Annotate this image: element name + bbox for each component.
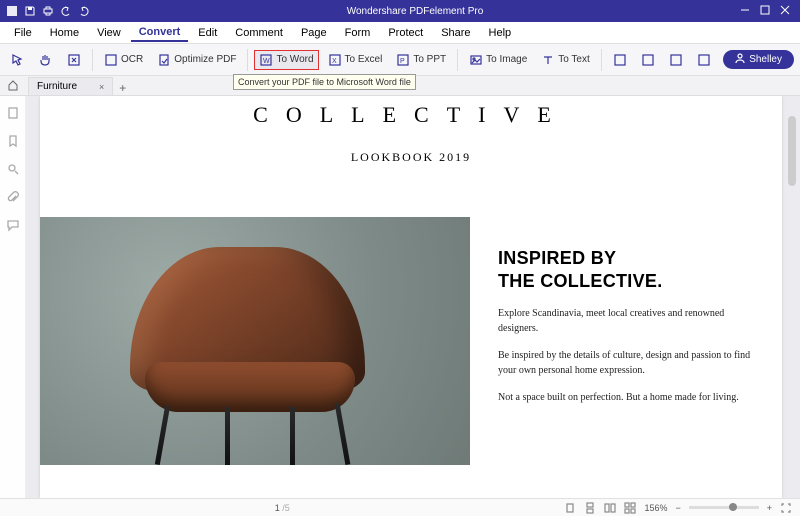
menu-convert[interactable]: Convert bbox=[131, 24, 189, 42]
doc-paragraph: Not a space built on perfection. But a h… bbox=[498, 390, 762, 405]
new-tab-button[interactable]: + bbox=[113, 81, 132, 95]
export-icon bbox=[697, 53, 711, 67]
left-sidebar bbox=[0, 96, 26, 498]
to-word-tooltip: Convert your PDF file to Microsoft Word … bbox=[233, 74, 416, 90]
to-other-3-button[interactable] bbox=[664, 50, 688, 70]
document-viewport[interactable]: COLLECTIVE LOOKBOOK 2019 INSPIRED BYTHE … bbox=[26, 96, 800, 498]
undo-icon[interactable] bbox=[60, 5, 72, 17]
svg-text:P: P bbox=[400, 58, 405, 65]
zoom-tool[interactable] bbox=[62, 50, 86, 70]
to-other-1-button[interactable] bbox=[608, 50, 632, 70]
pdf-page: COLLECTIVE LOOKBOOK 2019 INSPIRED BYTHE … bbox=[40, 96, 782, 498]
export-icon bbox=[641, 53, 655, 67]
save-icon[interactable] bbox=[24, 5, 36, 17]
ocr-button[interactable]: OCR bbox=[99, 50, 148, 70]
fit-icon bbox=[67, 53, 81, 67]
doc-paragraph: Explore Scandinavia, meet local creative… bbox=[498, 306, 762, 336]
close-icon[interactable] bbox=[780, 5, 790, 18]
svg-text:X: X bbox=[332, 58, 337, 65]
to-ppt-button[interactable]: PTo PPT bbox=[391, 50, 451, 70]
menu-help[interactable]: Help bbox=[481, 25, 520, 41]
menu-protect[interactable]: Protect bbox=[380, 25, 431, 41]
doc-paragraph: Be inspired by the details of culture, d… bbox=[498, 348, 762, 378]
fullscreen-icon[interactable] bbox=[780, 502, 792, 514]
view-continuous-icon[interactable] bbox=[584, 502, 596, 514]
zoom-value[interactable]: 156% bbox=[644, 503, 667, 513]
document-tab[interactable]: Furniture × bbox=[28, 77, 113, 95]
menu-view[interactable]: View bbox=[89, 25, 129, 41]
to-other-4-button[interactable] bbox=[692, 50, 716, 70]
export-icon bbox=[669, 53, 683, 67]
menu-bar: File Home View Convert Edit Comment Page… bbox=[0, 22, 800, 44]
thumbnails-icon[interactable] bbox=[6, 106, 20, 120]
hand-icon bbox=[39, 53, 53, 67]
tab-close-icon[interactable]: × bbox=[99, 82, 104, 92]
user-account-button[interactable]: Shelley bbox=[723, 50, 794, 69]
view-facing-icon[interactable] bbox=[604, 502, 616, 514]
search-icon[interactable] bbox=[6, 162, 20, 176]
export-icon bbox=[613, 53, 627, 67]
zoom-in-button[interactable]: + bbox=[767, 503, 772, 513]
title-bar: Wondershare PDFelement Pro bbox=[0, 0, 800, 22]
minimize-icon[interactable] bbox=[740, 5, 750, 18]
zoom-out-button[interactable]: − bbox=[675, 503, 680, 513]
word-icon: W bbox=[259, 53, 273, 67]
menu-share[interactable]: Share bbox=[433, 25, 478, 41]
view-facing-continuous-icon[interactable] bbox=[624, 502, 636, 514]
optimize-button[interactable]: Optimize PDF bbox=[152, 50, 241, 70]
hand-tool[interactable] bbox=[34, 50, 58, 70]
page-indicator[interactable]: 1 /5 bbox=[275, 503, 290, 513]
to-text-button[interactable]: To Text bbox=[536, 50, 595, 70]
home-tab-icon[interactable] bbox=[0, 75, 26, 95]
menu-form[interactable]: Form bbox=[337, 25, 379, 41]
menu-comment[interactable]: Comment bbox=[227, 25, 291, 41]
app-logo-icon bbox=[6, 5, 18, 17]
maximize-icon[interactable] bbox=[760, 5, 770, 18]
to-other-2-button[interactable] bbox=[636, 50, 660, 70]
svg-text:W: W bbox=[263, 58, 270, 65]
comments-icon[interactable] bbox=[6, 218, 20, 232]
excel-icon: X bbox=[328, 53, 342, 67]
to-excel-button[interactable]: XTo Excel bbox=[323, 50, 388, 70]
cursor-icon bbox=[11, 53, 25, 67]
optimize-icon bbox=[157, 53, 171, 67]
menu-home[interactable]: Home bbox=[42, 25, 87, 41]
bookmarks-icon[interactable] bbox=[6, 134, 20, 148]
doc-image bbox=[40, 217, 470, 465]
user-name: Shelley bbox=[749, 54, 782, 65]
zoom-slider[interactable] bbox=[689, 506, 759, 509]
doc-text-column: INSPIRED BYTHE COLLECTIVE. Explore Scand… bbox=[470, 217, 782, 465]
ocr-icon bbox=[104, 53, 118, 67]
to-word-button[interactable]: WTo Word bbox=[254, 50, 318, 70]
view-single-icon[interactable] bbox=[564, 502, 576, 514]
app-title: Wondershare PDFelement Pro bbox=[90, 6, 740, 17]
ribbon-toolbar: OCR Optimize PDF WTo Word XTo Excel PTo … bbox=[0, 44, 800, 76]
menu-edit[interactable]: Edit bbox=[190, 25, 225, 41]
ppt-icon: P bbox=[396, 53, 410, 67]
to-image-button[interactable]: To Image bbox=[464, 50, 532, 70]
vertical-scrollbar[interactable] bbox=[788, 96, 798, 498]
status-bar: 1 /5 156% − + bbox=[0, 498, 800, 516]
redo-icon[interactable] bbox=[78, 5, 90, 17]
user-icon bbox=[735, 53, 745, 66]
text-icon bbox=[541, 53, 555, 67]
menu-page[interactable]: Page bbox=[293, 25, 335, 41]
menu-file[interactable]: File bbox=[6, 25, 40, 41]
print-icon[interactable] bbox=[42, 5, 54, 17]
doc-title: COLLECTIVE bbox=[40, 102, 782, 128]
select-tool[interactable] bbox=[6, 50, 30, 70]
doc-heading: INSPIRED BYTHE COLLECTIVE. bbox=[498, 247, 762, 294]
doc-subtitle: LOOKBOOK 2019 bbox=[40, 150, 782, 165]
attachments-icon[interactable] bbox=[6, 190, 20, 204]
image-icon bbox=[469, 53, 483, 67]
tab-label: Furniture bbox=[37, 81, 77, 92]
